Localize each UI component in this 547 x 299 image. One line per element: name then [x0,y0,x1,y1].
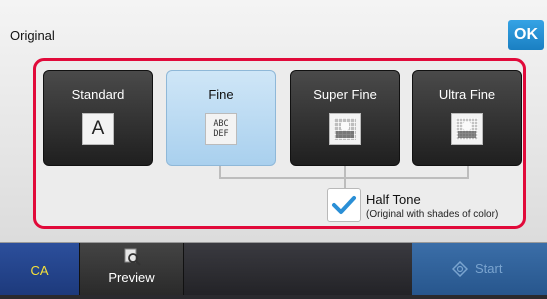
fine-icon-glyph: ABC DEF [213,119,229,139]
fine-button[interactable]: Fine ABC DEF [166,70,276,166]
half-tone-sublabel: (Original with shades of color) [366,209,499,220]
fine-resolution-icon: ABC DEF [205,113,237,145]
half-tone-label: Half Tone [366,192,421,207]
image-shadow-shape [458,131,476,138]
start-diamond-icon [452,261,468,277]
super-fine-label: Super Fine [313,87,377,102]
half-tone-checkbox[interactable] [327,188,361,222]
preview-button[interactable]: Preview [80,243,184,295]
checkmark-icon [332,196,356,214]
ultra-fine-resolution-icon [451,113,483,145]
super-fine-grid-icon [334,118,356,140]
standard-label: Standard [71,87,125,102]
image-shadow-shape [336,131,354,138]
ultra-fine-grid-icon [456,118,478,140]
standard-icon-glyph: A [91,118,105,139]
start-button[interactable]: Start [412,243,547,295]
standard-resolution-icon: A [82,113,114,145]
preview-label: Preview [108,270,155,285]
image-highlight-shape [463,122,471,130]
super-fine-resolution-icon [329,113,361,145]
start-label: Start [475,261,503,276]
ok-button[interactable]: OK [508,20,544,50]
standard-button[interactable]: Standard A [43,70,153,166]
fine-label: Fine [208,87,234,102]
ca-button[interactable]: CA [0,243,80,295]
page-title: Original [10,28,55,43]
image-highlight-shape [341,122,349,130]
super-fine-button[interactable]: Super Fine [290,70,400,166]
ultra-fine-button[interactable]: Ultra Fine [412,70,522,166]
connector-line [344,177,346,188]
preview-magnifier-icon [124,248,141,266]
ultra-fine-label: Ultra Fine [438,87,496,102]
